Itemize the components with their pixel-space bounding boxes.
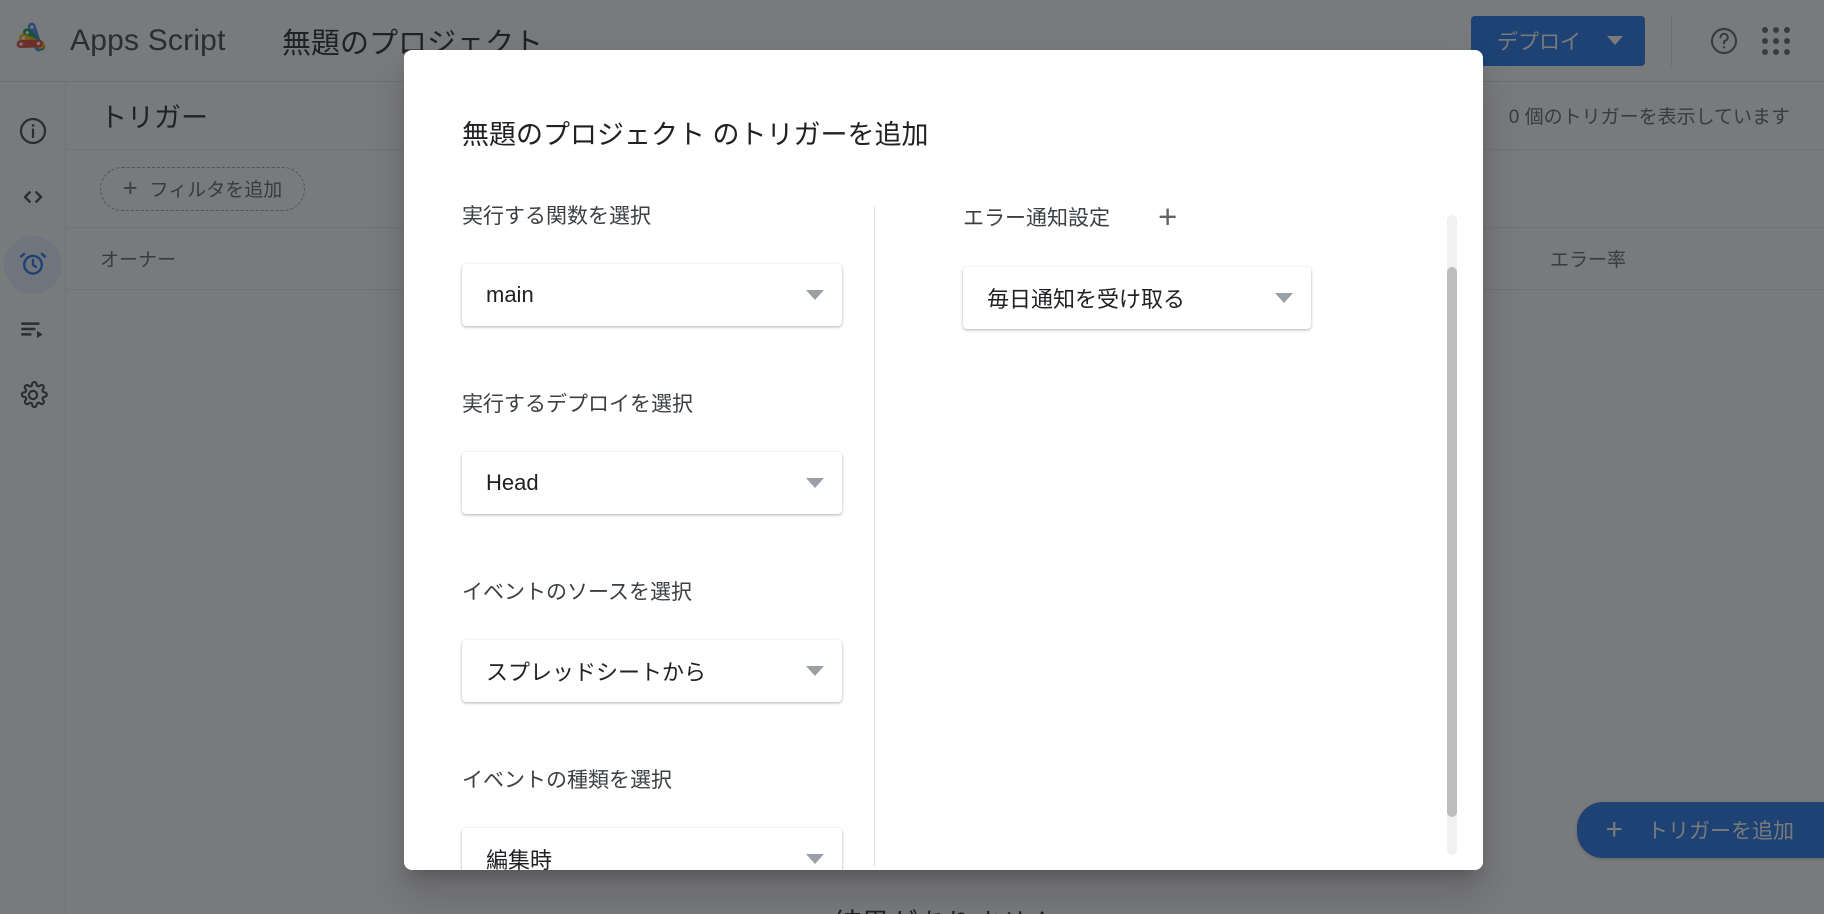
chevron-down-icon <box>1275 293 1293 303</box>
chevron-down-icon <box>806 478 824 488</box>
deployment-select-value: Head <box>486 470 539 495</box>
error-notify-label: エラー通知設定 <box>963 206 1110 230</box>
event-source-select[interactable]: スプレッドシートから <box>462 640 842 702</box>
deployment-select[interactable]: Head <box>462 452 842 514</box>
event-type-select[interactable]: 編集時 <box>462 828 842 870</box>
dialog-body: 実行する関数を選択 main 実行するデプロイを選択 Head イベントのソース… <box>404 152 1483 870</box>
dialog-right-column: エラー通知設定 + 毎日通知を受け取る <box>875 200 1483 870</box>
event-source-select-label: イベントのソースを選択 <box>462 581 692 604</box>
dialog-scroll-area: 無題のプロジェクト のトリガーを追加 実行する関数を選択 main 実行するデプ… <box>404 50 1483 870</box>
deployment-select-label: 実行するデプロイを選択 <box>462 393 693 416</box>
dialog-scrollbar[interactable] <box>1447 215 1457 855</box>
dialog-left-column: 実行する関数を選択 main 実行するデプロイを選択 Head イベントのソース… <box>404 200 874 870</box>
error-notify-select[interactable]: 毎日通知を受け取る <box>963 267 1311 329</box>
event-source-select-value: スプレッドシートから <box>486 660 707 685</box>
add-trigger-dialog: 無題のプロジェクト のトリガーを追加 実行する関数を選択 main 実行するデプ… <box>404 50 1483 870</box>
chevron-down-icon <box>806 290 824 300</box>
dialog-title: 無題のプロジェクト のトリガーを追加 <box>462 120 929 150</box>
chevron-down-icon <box>806 854 824 864</box>
event-type-select-label: イベントの種類を選択 <box>462 769 672 792</box>
error-notify-label-row: エラー通知設定 + <box>963 200 1483 233</box>
dialog-scrollbar-thumb[interactable] <box>1447 267 1457 817</box>
screen-root: Apps Script 無題のプロジェクト デプロイ <box>0 0 1824 914</box>
chevron-down-icon <box>806 666 824 676</box>
function-select-value: main <box>486 282 534 307</box>
function-select[interactable]: main <box>462 264 842 326</box>
plus-icon[interactable]: + <box>1158 200 1177 233</box>
event-type-select-value: 編集時 <box>486 848 553 870</box>
error-notify-select-value: 毎日通知を受け取る <box>987 287 1186 312</box>
function-select-label: 実行する関数を選択 <box>462 205 651 228</box>
